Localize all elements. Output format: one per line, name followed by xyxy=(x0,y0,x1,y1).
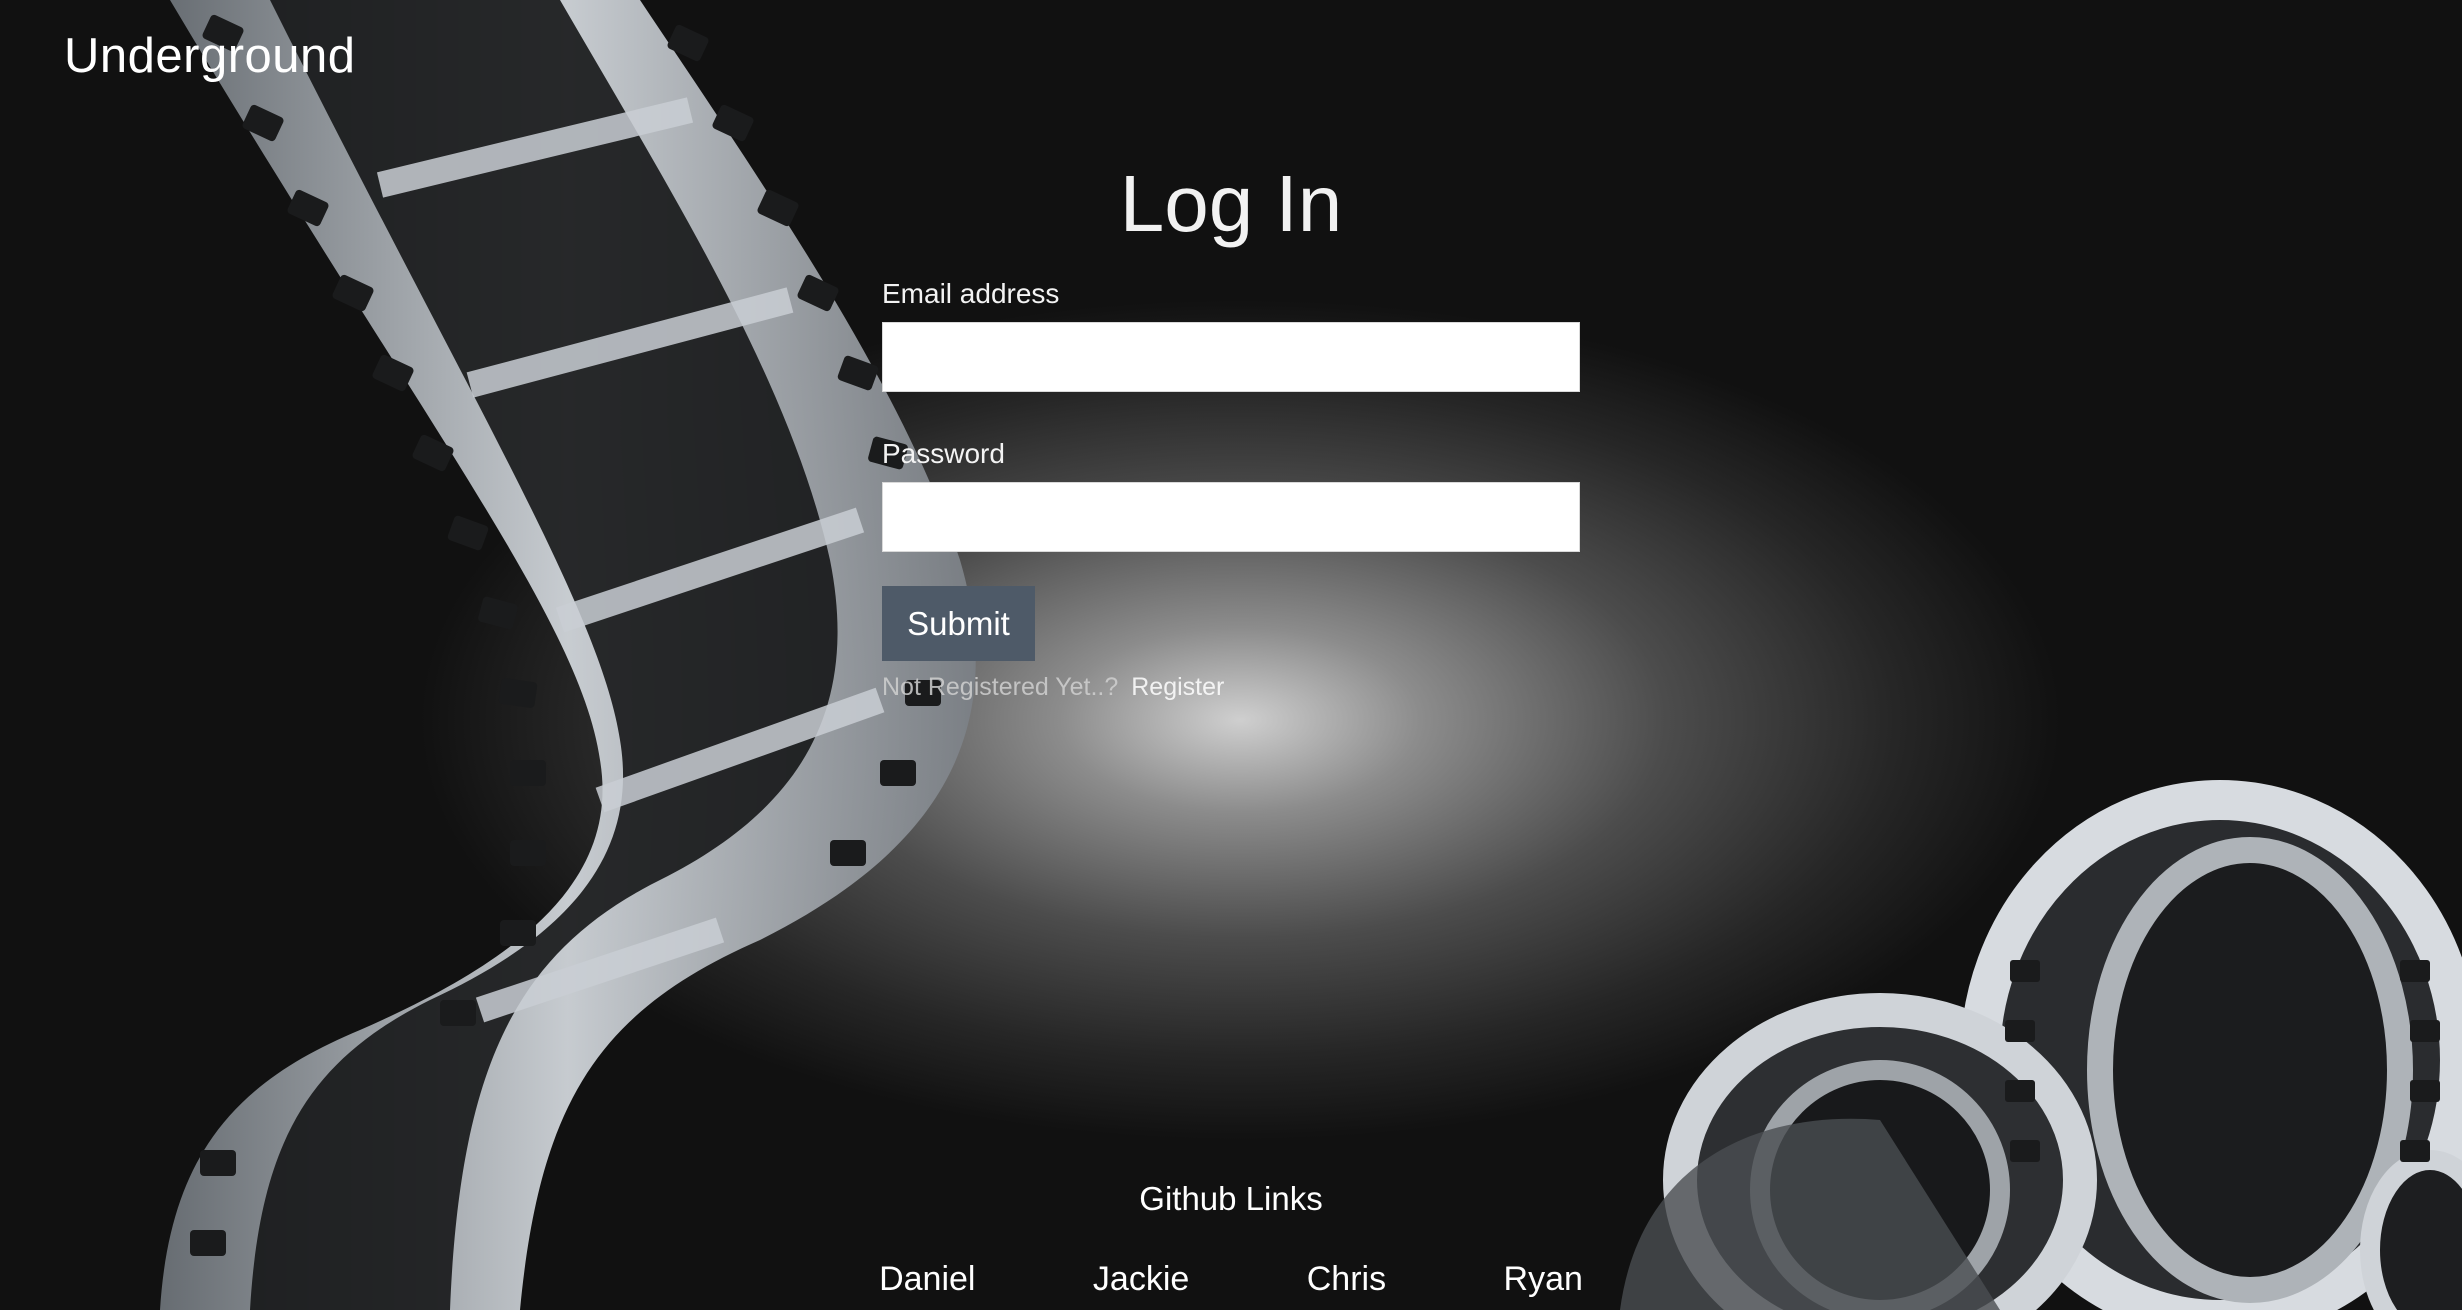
email-label: Email address xyxy=(882,278,1060,309)
footer-title: Github Links xyxy=(1139,1180,1323,1217)
password-field[interactable] xyxy=(882,482,1580,552)
login-form: Email address Password Submit Not Regist… xyxy=(882,278,1582,702)
register-row: Not Registered Yet..? Register xyxy=(882,673,1582,702)
login-page: Underground Log In Email address Passwor… xyxy=(0,0,2462,1310)
page-title: Log In xyxy=(1119,159,1343,248)
register-link[interactable]: Register xyxy=(1131,673,1224,701)
github-link-ryan[interactable]: Ryan xyxy=(1504,1260,1583,1298)
github-link-daniel[interactable]: Daniel xyxy=(879,1260,975,1298)
github-link-jackie[interactable]: Jackie xyxy=(1093,1260,1189,1298)
github-link-chris[interactable]: Chris xyxy=(1307,1260,1386,1298)
brand-logo-link[interactable]: Underground xyxy=(64,28,356,84)
footer-links: Daniel Jackie Chris Ryan xyxy=(0,1260,2462,1299)
film-reel-icon xyxy=(1620,780,2462,1310)
register-prompt: Not Registered Yet..? xyxy=(882,673,1119,701)
password-label: Password xyxy=(882,438,1005,469)
email-field[interactable] xyxy=(882,322,1580,392)
submit-button[interactable]: Submit xyxy=(882,586,1035,661)
